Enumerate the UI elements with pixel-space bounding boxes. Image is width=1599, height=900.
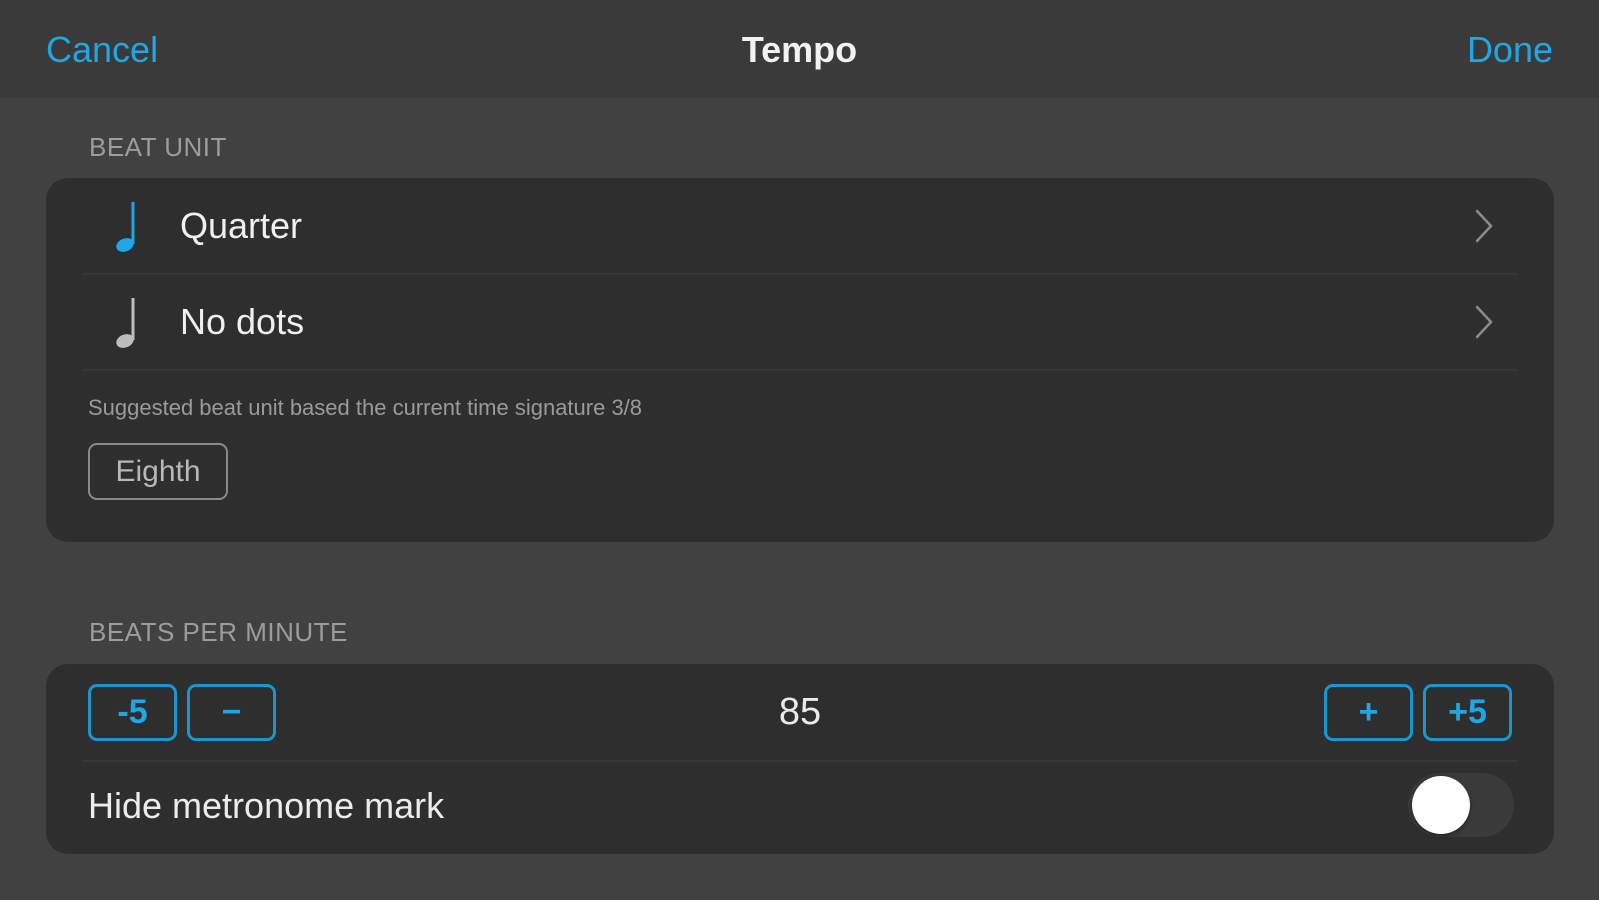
bpm-section-header: BEATS PER MINUTE — [89, 617, 348, 647]
hide-metronome-toggle[interactable] — [1408, 773, 1514, 837]
divider — [82, 760, 1518, 762]
divider — [82, 369, 1518, 371]
increase-button[interactable]: + — [1324, 684, 1413, 741]
tempo-dialog: Cancel Tempo Done BEAT UNIT Quarter No d… — [0, 0, 1599, 900]
quarter-note-icon — [116, 298, 135, 348]
beat-unit-row[interactable]: Quarter — [46, 178, 1554, 274]
beat-unit-label: Quarter — [180, 205, 303, 246]
page-title: Tempo — [741, 29, 858, 70]
suggestion-hint: Suggested beat unit based the current ti… — [88, 395, 643, 420]
toggle-knob[interactable] — [1412, 776, 1470, 834]
quarter-note-icon — [116, 202, 135, 252]
dots-label: No dots — [180, 301, 305, 342]
bpm-card: -5 − 85 + +5 Hide metronome mark — [46, 664, 1554, 854]
beat-unit-card: Quarter No dots Suggested beat unit base… — [46, 178, 1554, 542]
dots-row[interactable]: No dots — [46, 274, 1554, 370]
navigation-bar: Cancel Tempo Done — [0, 0, 1599, 98]
increase-5-button[interactable]: +5 — [1423, 684, 1512, 741]
hide-metronome-label: Hide metronome mark — [88, 785, 445, 826]
chevron-right-icon — [1475, 209, 1493, 243]
beat-unit-section-header: BEAT UNIT — [89, 132, 227, 162]
done-button[interactable]: Done — [1467, 28, 1553, 72]
chevron-right-icon — [1475, 305, 1493, 339]
suggested-eighth-button[interactable]: Eighth — [88, 443, 228, 500]
